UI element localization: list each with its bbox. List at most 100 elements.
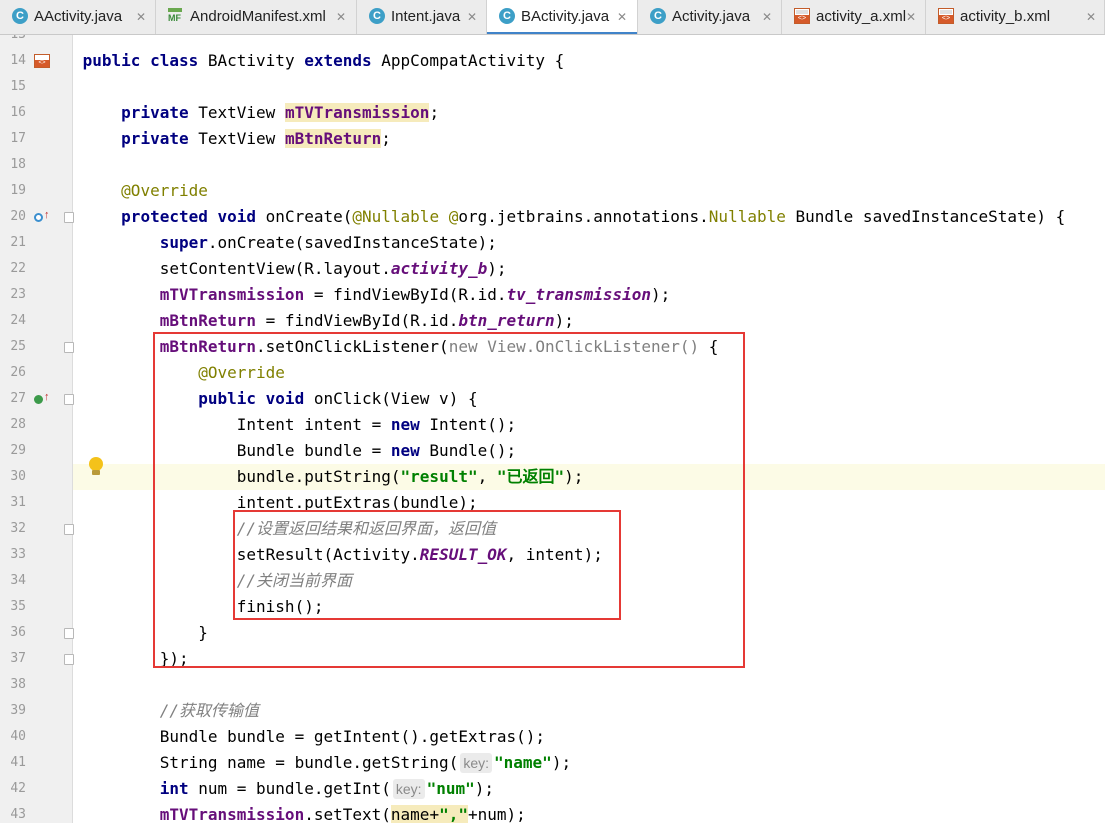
code-line[interactable]: protected void onCreate(@Nullable @org.j… bbox=[73, 204, 1105, 230]
line-number: 20 bbox=[10, 209, 26, 224]
code-token: super bbox=[159, 233, 208, 252]
code-token: .onCreate(savedInstanceState); bbox=[207, 233, 497, 252]
code-token: btn_return bbox=[458, 311, 555, 330]
line-number: 37 bbox=[10, 651, 26, 666]
line-number: 43 bbox=[10, 807, 26, 822]
line-number: 22 bbox=[10, 261, 26, 276]
line-number: 18 bbox=[10, 157, 26, 172]
code-token: @ bbox=[448, 207, 459, 226]
tab-activity-b-xml[interactable]: <> activity_b.xml ✕ bbox=[926, 0, 1105, 34]
line-number: 39 bbox=[10, 703, 26, 718]
code-line[interactable]: super.onCreate(savedInstanceState); bbox=[73, 230, 1105, 256]
code-line[interactable] bbox=[73, 152, 1105, 178]
tab-label: Activity.java bbox=[672, 8, 751, 25]
close-icon[interactable]: ✕ bbox=[136, 9, 146, 25]
line-number: 19 bbox=[10, 183, 26, 198]
tab-intent-java[interactable]: C Intent.java ✕ bbox=[357, 0, 487, 34]
code-token: .setText( bbox=[304, 805, 391, 823]
code-token: tv_transmission bbox=[506, 285, 652, 304]
code-token: ); bbox=[554, 311, 574, 330]
code-line[interactable]: int num = bundle.getInt(key: "num"); bbox=[73, 776, 1105, 802]
tab-label: AndroidManifest.xml bbox=[190, 8, 326, 25]
code-line[interactable]: mTVTransmission = findViewById(R.id.tv_t… bbox=[73, 282, 1105, 308]
lightbulb-icon[interactable] bbox=[88, 457, 104, 477]
tab-label: activity_b.xml bbox=[960, 8, 1051, 25]
java-class-icon: C bbox=[12, 8, 28, 24]
layout-xml-icon[interactable]: <> bbox=[34, 54, 50, 68]
code-token: @Override bbox=[121, 181, 208, 200]
code-line[interactable]: private TextView mBtnReturn; bbox=[73, 126, 1105, 152]
code-line[interactable]: private TextView mTVTransmission; bbox=[73, 100, 1105, 126]
code-token: onCreate( bbox=[265, 207, 353, 226]
line-number: 17 bbox=[10, 131, 26, 146]
line-number: 35 bbox=[10, 599, 26, 614]
highlight-box-setresult bbox=[233, 510, 621, 620]
tab-activity-a-xml[interactable]: <> activity_a.xml ✕ bbox=[782, 0, 926, 34]
close-icon[interactable]: ✕ bbox=[467, 9, 477, 25]
java-class-icon: C bbox=[369, 8, 385, 24]
layout-xml-icon: <> bbox=[794, 8, 810, 24]
code-line[interactable]: String name = bundle.getString(key: "name… bbox=[73, 750, 1105, 776]
close-icon[interactable]: ✕ bbox=[617, 9, 627, 25]
parameter-hint: key: bbox=[460, 753, 493, 773]
tab-aactivity-java[interactable]: C AActivity.java ✕ bbox=[0, 0, 156, 34]
implements-icon[interactable]: ↑ bbox=[34, 391, 50, 407]
close-icon[interactable]: ✕ bbox=[762, 9, 772, 25]
code-line[interactable]: mBtnReturn = findViewById(R.id.btn_retur… bbox=[73, 308, 1105, 334]
tab-activity-java[interactable]: C Activity.java ✕ bbox=[638, 0, 782, 34]
close-icon[interactable]: ✕ bbox=[336, 9, 346, 25]
code-line[interactable]: public class BActivity extends AppCompat… bbox=[73, 48, 1105, 74]
line-number: 40 bbox=[10, 729, 26, 744]
tab-label: AActivity.java bbox=[34, 8, 123, 25]
tab-androidmanifest-xml[interactable]: MF AndroidManifest.xml ✕ bbox=[156, 0, 357, 34]
code-token: mTVTransmission bbox=[159, 805, 305, 823]
code-token: private bbox=[121, 103, 199, 122]
code-token: TextView bbox=[198, 129, 285, 148]
line-number: 30 bbox=[10, 469, 26, 484]
code-line[interactable]: setContentView(R.layout.activity_b); bbox=[73, 256, 1105, 282]
code-token: mTVTransmission bbox=[284, 103, 430, 122]
line-number: 15 bbox=[10, 79, 26, 94]
override-icon[interactable]: ↑ bbox=[34, 209, 50, 225]
code-token: mBtnReturn bbox=[284, 129, 382, 148]
code-line[interactable]: Bundle bundle = getIntent().getExtras(); bbox=[73, 724, 1105, 750]
code-token: TextView bbox=[198, 103, 285, 122]
code-line[interactable]: @Override bbox=[73, 178, 1105, 204]
code-token: = findViewById(R.id. bbox=[256, 311, 459, 330]
code-token: setContentView(R.layout. bbox=[82, 259, 391, 278]
code-token: ; bbox=[381, 129, 391, 148]
tab-label: BActivity.java bbox=[521, 8, 610, 25]
code-token: BActivity bbox=[207, 51, 305, 70]
code-token: private bbox=[121, 129, 199, 148]
code-line[interactable] bbox=[73, 672, 1105, 698]
close-icon[interactable]: ✕ bbox=[1086, 9, 1096, 25]
code-token: +num); bbox=[467, 805, 526, 823]
code-token: ); bbox=[551, 753, 572, 772]
code-token: ); bbox=[487, 259, 507, 278]
code-token: mTVTransmission bbox=[159, 285, 305, 304]
line-number: 23 bbox=[10, 287, 26, 302]
code-token: Bundle savedInstanceState) { bbox=[795, 207, 1066, 226]
code-line[interactable]: //获取传输值 bbox=[73, 698, 1105, 724]
tab-bactivity-java[interactable]: C BActivity.java ✕ bbox=[487, 0, 638, 34]
tab-label: activity_a.xml bbox=[816, 8, 907, 25]
code-editor[interactable]: 13 14 <> 15 16 17 18 19 20 ↑ 21 22 23 24 25 26 27 ↑ 28 29 30… bbox=[0, 35, 1105, 823]
line-number: 42 bbox=[10, 781, 26, 796]
line-number: 14 bbox=[10, 53, 26, 68]
line-number: 34 bbox=[10, 573, 26, 588]
layout-xml-icon: <> bbox=[938, 8, 954, 24]
code-line[interactable] bbox=[73, 35, 1105, 48]
code-line[interactable] bbox=[73, 74, 1105, 100]
code-line[interactable]: mTVTransmission.setText(name+","+num); bbox=[73, 802, 1105, 823]
line-number: 13 bbox=[0, 35, 26, 48]
close-icon[interactable]: ✕ bbox=[906, 9, 916, 25]
code-token: Nullable bbox=[708, 207, 796, 226]
